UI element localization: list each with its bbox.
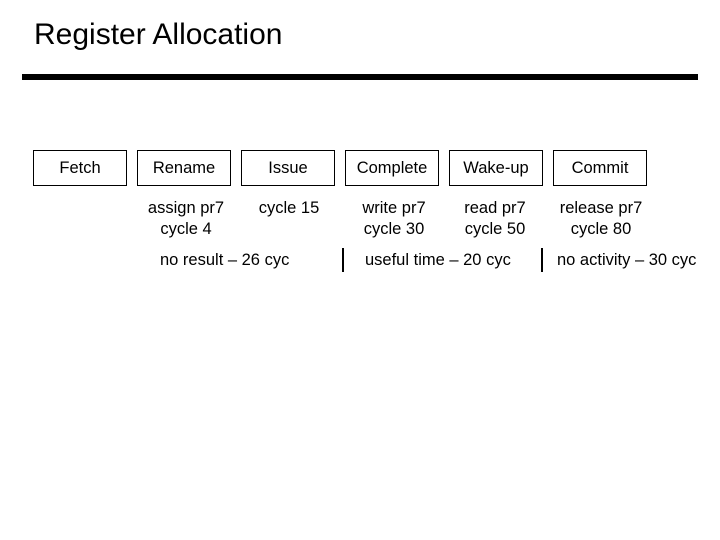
annot-wakeup-l1: read pr7 [440, 198, 550, 219]
span-separator-2 [541, 248, 543, 272]
stage-rename: Rename [137, 150, 231, 186]
annot-rename-l2: cycle 4 [131, 219, 241, 240]
span-useful-time: useful time – 20 cyc [365, 251, 511, 270]
annot-complete-l2: cycle 30 [339, 219, 449, 240]
annot-wakeup-l2: cycle 50 [440, 219, 550, 240]
stage-fetch: Fetch [33, 150, 127, 186]
span-separator-1 [342, 248, 344, 272]
annot-wakeup: read pr7 cycle 50 [440, 198, 550, 239]
stage-commit: Commit [553, 150, 647, 186]
annot-complete-l1: write pr7 [339, 198, 449, 219]
pipeline-stage-row: Fetch Rename Issue Complete Wake-up Comm… [33, 150, 647, 186]
annot-rename-l1: assign pr7 [131, 198, 241, 219]
annot-commit: release pr7 cycle 80 [546, 198, 656, 239]
annot-rename: assign pr7 cycle 4 [131, 198, 241, 239]
stage-complete: Complete [345, 150, 439, 186]
stage-wakeup: Wake-up [449, 150, 543, 186]
annot-issue-l2: cycle 15 [234, 198, 344, 219]
page-title: Register Allocation [34, 18, 282, 52]
annot-issue: cycle 15 [234, 198, 344, 219]
title-underline [22, 74, 698, 80]
annot-complete: write pr7 cycle 30 [339, 198, 449, 239]
slide: Register Allocation Fetch Rename Issue C… [0, 0, 720, 540]
stage-issue: Issue [241, 150, 335, 186]
annot-commit-l1: release pr7 [546, 198, 656, 219]
annot-commit-l2: cycle 80 [546, 219, 656, 240]
span-no-activity: no activity – 30 cyc [557, 251, 696, 270]
span-no-result: no result – 26 cyc [160, 251, 289, 270]
